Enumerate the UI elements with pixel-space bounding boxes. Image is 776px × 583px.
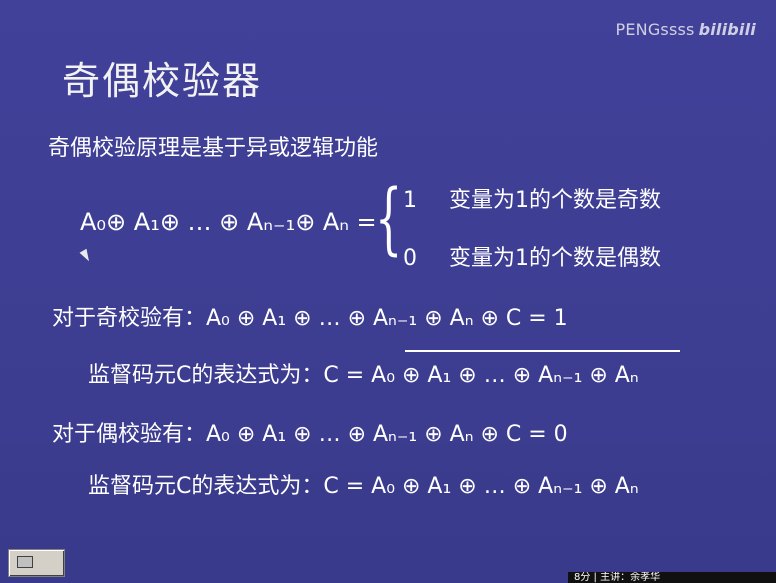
slideshow-menu-button[interactable] <box>8 549 65 577</box>
case-even-value: 0 <box>403 246 417 271</box>
window-icon <box>17 556 33 568</box>
negation-overline <box>405 350 680 352</box>
even-parity-expression: 监督码元C的表达式为：C = A₀ ⊕ A₁ ⊕ … ⊕ Aₙ₋₁ ⊕ Aₙ <box>88 474 639 499</box>
case-odd: 1 变量为1的个数是奇数 <box>403 182 661 214</box>
slide-title: 奇偶校验器 <box>62 59 263 103</box>
watermark-text: PENGssss <box>615 20 695 39</box>
xor-formula: A₀⊕ A₁⊕ … ⊕ Aₙ₋₁⊕ Aₙ = <box>80 208 377 236</box>
case-even: 0 变量为1的个数是偶数 <box>403 240 661 272</box>
intro-text: 奇偶校验原理是基于异或逻辑功能 <box>48 136 379 161</box>
case-odd-value: 1 <box>403 188 417 213</box>
case-even-text: 变量为1的个数是偶数 <box>449 246 661 271</box>
bilibili-logo: bilibili <box>698 20 756 39</box>
even-parity-equation: 对于偶校验有：A₀ ⊕ A₁ ⊕ … ⊕ Aₙ₋₁ ⊕ Aₙ ⊕ C = 0 <box>52 422 568 447</box>
mouse-cursor-icon <box>79 248 93 264</box>
odd-parity-equation: 对于奇校验有：A₀ ⊕ A₁ ⊕ … ⊕ Aₙ₋₁ ⊕ Aₙ ⊕ C = 1 <box>52 306 568 331</box>
odd-parity-expression: 监督码元C的表达式为：C = A₀ ⊕ A₁ ⊕ … ⊕ Aₙ₋₁ ⊕ Aₙ <box>88 363 639 388</box>
case-odd-text: 变量为1的个数是奇数 <box>449 188 661 213</box>
left-brace-icon: { <box>375 174 403 264</box>
presentation-slide: PENGssss bilibili 奇偶校验器 奇偶校验原理是基于异或逻辑功能 A… <box>0 0 776 583</box>
bilibili-watermark: PENGssss bilibili <box>616 20 757 39</box>
status-bar: 8分 | 主讲：余孝华 <box>568 572 776 583</box>
